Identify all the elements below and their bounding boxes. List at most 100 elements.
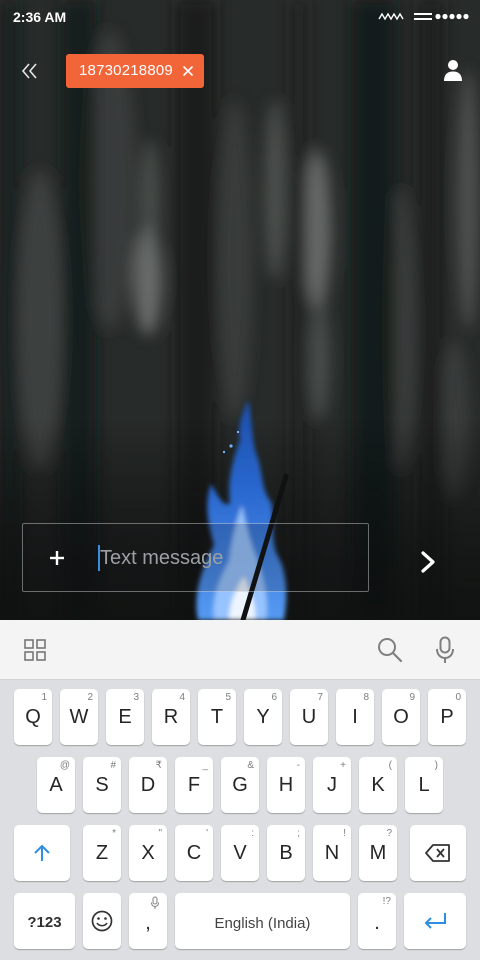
search-icon[interactable] xyxy=(377,637,403,663)
status-time: 2:36 AM xyxy=(13,9,67,25)
key-label: S xyxy=(95,774,109,796)
keyboard-row-1: 1Q 2W 3E 4R 5T 6Y 7U 8I 9O 0P xyxy=(0,689,480,745)
keyboard-row-2: @ A # S ₹ D _ F & G -H + J (K ) L xyxy=(0,757,480,813)
status-bar: 2:36 AM xyxy=(0,0,480,34)
key-label: I xyxy=(352,706,358,728)
key-f[interactable]: _ F xyxy=(175,757,213,813)
message-input[interactable] xyxy=(100,544,350,572)
key-label: F xyxy=(187,774,201,796)
key-label: N xyxy=(324,842,340,864)
key-label: M xyxy=(369,842,387,864)
status-icons xyxy=(378,12,469,21)
key-label: R xyxy=(163,706,179,728)
recipient-number: 18730218809 xyxy=(79,62,173,79)
keyboard-toolbar xyxy=(0,620,480,680)
key-a[interactable]: @ A xyxy=(37,757,75,813)
key-hint: ? xyxy=(386,828,392,839)
key-label: C xyxy=(186,842,202,864)
shift-key[interactable] xyxy=(14,825,70,881)
key-k[interactable]: (K xyxy=(359,757,397,813)
mic-icon[interactable] xyxy=(435,636,455,664)
backspace-key[interactable] xyxy=(410,825,466,881)
key-m[interactable]: ? M xyxy=(359,825,397,881)
key-o[interactable]: 9O xyxy=(382,689,420,745)
key-hint: # xyxy=(110,760,116,771)
message-composer xyxy=(22,523,369,592)
keyboard-row-3: * Z " X ' C :V ; B ! N ? M xyxy=(0,825,480,881)
chevron-right-icon[interactable] xyxy=(419,550,437,574)
network-icon xyxy=(414,13,432,20)
key-hint: 8 xyxy=(363,692,369,703)
key-x[interactable]: " X xyxy=(129,825,167,881)
key-y[interactable]: 6Y xyxy=(244,689,282,745)
key-hint: 4 xyxy=(179,692,185,703)
key-q[interactable]: 1Q xyxy=(14,689,52,745)
symbols-key[interactable]: ?123 xyxy=(14,893,75,949)
keyboard-row-4: ?123 , English (India) !? . xyxy=(0,893,480,949)
key-r[interactable]: 4R xyxy=(152,689,190,745)
key-hint: ' xyxy=(206,828,208,839)
key-v[interactable]: :V xyxy=(221,825,259,881)
emoji-key[interactable] xyxy=(83,893,121,949)
key-l[interactable]: ) L xyxy=(405,757,443,813)
signal-dots-icon xyxy=(435,13,469,20)
key-label: Z xyxy=(95,842,109,864)
period-hint: !? xyxy=(382,896,391,907)
key-hint: + xyxy=(340,760,346,771)
key-hint: 9 xyxy=(409,692,415,703)
comma-key[interactable]: , xyxy=(129,893,167,949)
key-label: B xyxy=(279,842,293,864)
close-icon[interactable] xyxy=(182,65,194,77)
mic-icon xyxy=(150,896,160,909)
key-label: H xyxy=(278,774,294,796)
key-hint: _ xyxy=(202,760,208,771)
key-label: L xyxy=(418,774,430,796)
comma-label: , xyxy=(145,912,151,934)
person-icon[interactable] xyxy=(443,59,463,83)
key-n[interactable]: ! N xyxy=(313,825,351,881)
key-hint: 1 xyxy=(41,692,47,703)
key-hint: ( xyxy=(388,760,392,771)
key-u[interactable]: 7U xyxy=(290,689,328,745)
key-s[interactable]: # S xyxy=(83,757,121,813)
key-p[interactable]: 0P xyxy=(428,689,466,745)
key-d[interactable]: ₹ D xyxy=(129,757,167,813)
key-j[interactable]: + J xyxy=(313,757,351,813)
enter-key[interactable] xyxy=(404,893,466,949)
key-label: K xyxy=(371,774,385,796)
key-label: O xyxy=(393,706,409,728)
key-c[interactable]: ' C xyxy=(175,825,213,881)
key-g[interactable]: & G xyxy=(221,757,259,813)
key-b[interactable]: ; B xyxy=(267,825,305,881)
key-hint: ! xyxy=(343,828,346,839)
key-hint: 2 xyxy=(87,692,93,703)
key-t[interactable]: 5T xyxy=(198,689,236,745)
key-z[interactable]: * Z xyxy=(83,825,121,881)
space-label: English (India) xyxy=(214,915,311,932)
key-h[interactable]: -H xyxy=(267,757,305,813)
key-hint: & xyxy=(247,760,254,771)
recipient-chip[interactable]: 18730218809 xyxy=(66,54,204,88)
key-hint: ; xyxy=(297,828,300,839)
space-key[interactable]: English (India) xyxy=(175,893,350,949)
key-label: T xyxy=(210,706,224,728)
key-hint: 7 xyxy=(317,692,323,703)
key-e[interactable]: 3E xyxy=(106,689,144,745)
key-label: U xyxy=(301,706,317,728)
key-hint: ) xyxy=(434,760,438,771)
shift-icon xyxy=(34,844,50,861)
emoji-icon xyxy=(91,910,113,932)
double-chevron-left-icon[interactable] xyxy=(20,60,42,82)
key-hint: 6 xyxy=(271,692,277,703)
key-w[interactable]: 2W xyxy=(60,689,98,745)
key-label: Q xyxy=(25,706,41,728)
key-label: A xyxy=(49,774,63,796)
key-label: W xyxy=(69,706,89,728)
grid-icon[interactable] xyxy=(24,639,46,661)
key-label: E xyxy=(118,706,132,728)
key-label: X xyxy=(141,842,155,864)
key-i[interactable]: 8I xyxy=(336,689,374,745)
plus-icon[interactable] xyxy=(49,550,65,566)
key-label: P xyxy=(440,706,454,728)
period-key[interactable]: !? . xyxy=(358,893,396,949)
